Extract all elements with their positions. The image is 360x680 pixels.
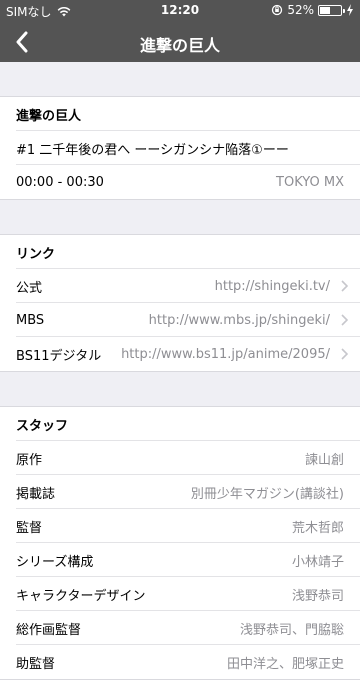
staff-name: 小林靖子	[291, 554, 344, 570]
staff-name: 浅野恭司	[291, 588, 344, 604]
broadcast-time: 00:00 - 00:30	[16, 174, 104, 190]
page-title: 進撃の巨人	[139, 36, 220, 55]
staff-role: シリーズ構成	[16, 554, 94, 570]
staff-role: 原作	[16, 452, 43, 468]
battery-icon	[318, 4, 345, 16]
staff-role: 助監督	[16, 656, 56, 672]
link-label: 公式	[16, 280, 43, 296]
link-url: http://shingeki.tv/	[214, 278, 330, 294]
link-url: http://www.mbs.jp/shingeki/	[148, 312, 330, 328]
staff-row: 監督 荒木哲郎	[0, 509, 360, 543]
staff-row: キャラクターデザイン 浅野恭司	[0, 577, 360, 611]
chevron-right-icon	[336, 348, 352, 360]
link-url: http://www.bs11.jp/anime/2095/	[121, 346, 330, 362]
staff-row: 原作 諫山創	[0, 441, 360, 475]
link-row-mbs[interactable]: MBS http://www.mbs.jp/shingeki/	[0, 303, 360, 337]
staff-section: スタッフ 原作 諫山創 掲載誌 別冊少年マガジン(講談社) 監督 荒木哲郎 シリ…	[0, 406, 360, 680]
program-title: 進撃の巨人	[16, 108, 82, 124]
program-section: 進撃の巨人 #1 二千年後の君へ ーーシガンシナ陥落①ーー 00:00 - 00…	[0, 96, 360, 200]
content-scroll[interactable]: 進撃の巨人 #1 二千年後の君へ ーーシガンシナ陥落①ーー 00:00 - 00…	[0, 62, 360, 680]
links-header: リンク	[0, 235, 360, 269]
episode-title: #1 二千年後の君へ ーーシガンシナ陥落①ーー	[16, 142, 289, 158]
staff-name: 浅野恭司、門脇聡	[239, 622, 344, 638]
chevron-right-icon	[336, 280, 352, 292]
staff-name: 荒木哲郎	[291, 520, 344, 536]
link-label: BS11デジタル	[16, 348, 102, 364]
staff-role: 監督	[16, 520, 43, 536]
staff-row: 掲載誌 別冊少年マガジン(講談社)	[0, 475, 360, 509]
staff-role: 掲載誌	[16, 486, 56, 502]
chevron-right-icon	[336, 314, 352, 326]
link-row-official[interactable]: 公式 http://shingeki.tv/	[0, 269, 360, 303]
link-row-bs11[interactable]: BS11デジタル http://www.bs11.jp/anime/2095/	[0, 337, 360, 371]
link-label: MBS	[16, 312, 45, 328]
episode-row: #1 二千年後の君へ ーーシガンシナ陥落①ーー	[0, 131, 360, 165]
broadcast-row: 00:00 - 00:30 TOKYO MX	[0, 165, 360, 199]
staff-header-label: スタッフ	[16, 418, 69, 434]
staff-role: キャラクターデザイン	[16, 588, 146, 604]
battery-percent: 52%	[287, 3, 314, 17]
staff-name: 諫山創	[304, 452, 344, 468]
charging-bolt-icon	[347, 4, 353, 16]
status-bar: SIMなし 12:20 52%	[0, 0, 360, 22]
staff-row: シリーズ構成 小林靖子	[0, 543, 360, 577]
staff-name: 別冊少年マガジン(講談社)	[190, 486, 344, 502]
staff-role: 総作画監督	[16, 622, 82, 638]
navigation-bar: 進撃の巨人	[0, 22, 360, 62]
status-right: 52%	[271, 3, 354, 17]
links-section: リンク 公式 http://shingeki.tv/ MBS http://ww…	[0, 234, 360, 372]
staff-name: 田中洋之、肥塚正史	[226, 656, 344, 672]
orientation-lock-icon	[272, 4, 283, 16]
staff-header: スタッフ	[0, 407, 360, 441]
staff-row: 助監督 田中洋之、肥塚正史	[0, 645, 360, 679]
program-title-row: 進撃の巨人	[0, 97, 360, 131]
broadcast-channel: TOKYO MX	[276, 174, 344, 190]
links-header-label: リンク	[16, 246, 56, 262]
